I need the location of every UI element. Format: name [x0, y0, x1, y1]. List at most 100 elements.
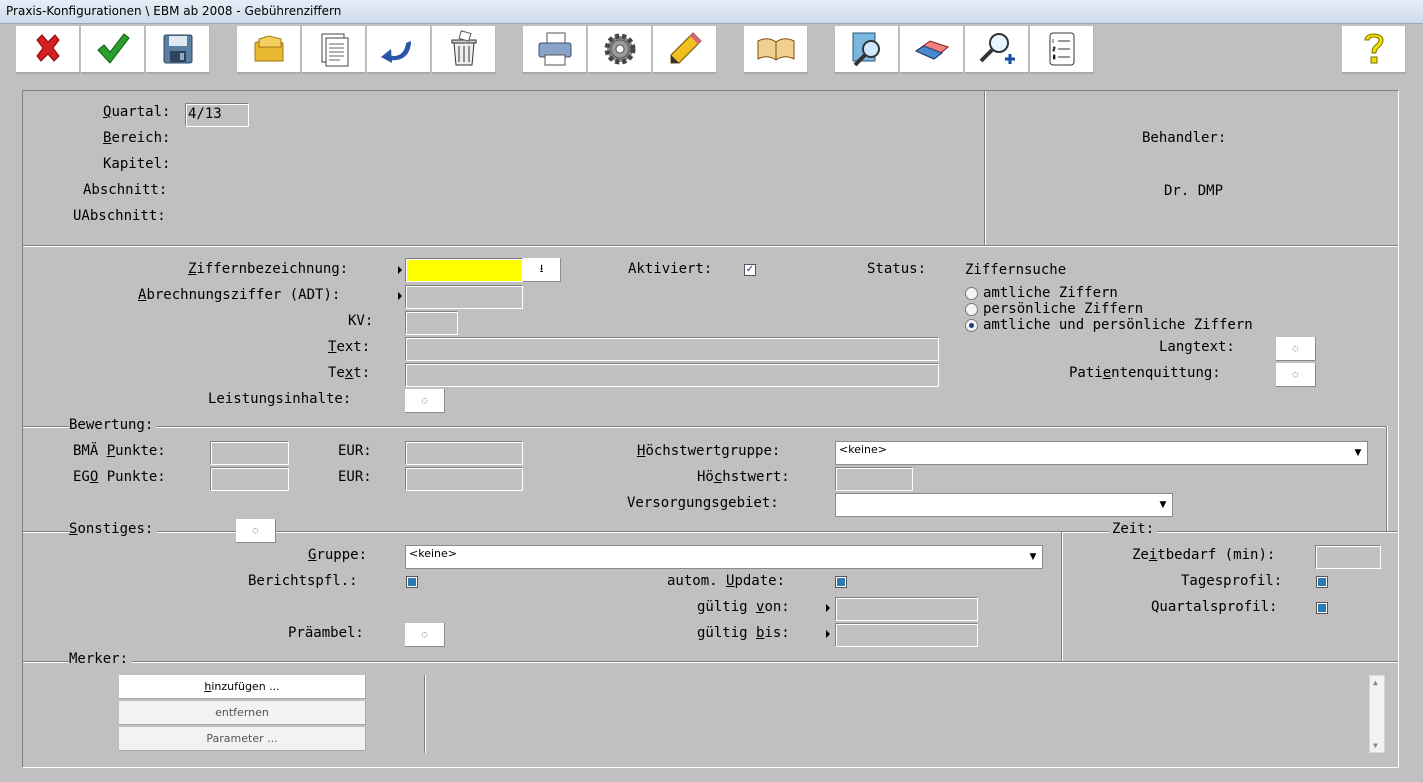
zeit-divider	[1061, 532, 1063, 662]
hoechstwert-label: Höchstwert:	[697, 469, 790, 485]
zeitbedarf-label: Zeitbedarf (min):	[1132, 547, 1276, 563]
book-icon	[757, 38, 794, 61]
suche-persoenlich-radio[interactable]	[965, 303, 978, 316]
tagesprofil-checkbox[interactable]	[1316, 576, 1328, 588]
undo-button[interactable]	[367, 26, 431, 74]
merker-separator	[23, 661, 1398, 663]
abrechnungsziffer-marker	[398, 292, 402, 300]
print-icon	[538, 32, 571, 66]
sonstiges-separator	[23, 531, 1398, 533]
chevron-down-icon: ▼	[1354, 448, 1362, 458]
text2-label: Text:	[328, 365, 371, 381]
ziffernbezeichnung-marker	[398, 266, 402, 274]
chevron-down-icon: ▼	[1159, 500, 1167, 510]
help-button[interactable]	[1342, 26, 1406, 74]
ziffernbezeichnung-field[interactable]	[405, 258, 523, 282]
autom-update-checkbox[interactable]	[835, 576, 847, 588]
merker-list-divider	[424, 675, 426, 753]
ziffer-lookup-button[interactable]: ⭳	[523, 258, 561, 282]
leistungsinhalte-label: Leistungsinhalte:	[208, 391, 352, 407]
status-label: Status:	[867, 261, 927, 277]
confirm-button[interactable]	[81, 26, 145, 74]
versorgungsgebiet-select[interactable]: ▼	[835, 493, 1173, 517]
gruppe-select[interactable]: <keine> ▼	[405, 545, 1043, 569]
quartalsprofil-checkbox[interactable]	[1316, 602, 1328, 614]
chevron-down-icon: ▼	[1029, 552, 1037, 562]
trash-icon	[451, 30, 476, 66]
abrechnungsziffer-field[interactable]	[405, 285, 523, 309]
ego-punkte-field[interactable]	[210, 467, 289, 491]
aktiviert-label: Aktiviert:	[628, 261, 713, 277]
zeitbedarf-field[interactable]	[1315, 545, 1381, 569]
folders-button[interactable]	[237, 26, 301, 74]
ziffernsuche-title: Ziffernsuche	[965, 262, 1067, 278]
quartal-field[interactable]: 4/13	[185, 103, 249, 127]
praeambel-label: Präambel:	[288, 625, 364, 641]
sonstiges-title: Sonstiges:	[69, 521, 158, 537]
save-button[interactable]	[146, 26, 210, 74]
quartal-label: Quartal:	[103, 104, 171, 120]
gueltig-von-marker	[826, 604, 830, 612]
merker-scrollbar[interactable]: ▲ ▼	[1369, 675, 1385, 753]
kapitel-label: Kapitel:	[103, 156, 171, 172]
zoom-add-button[interactable]	[965, 26, 1029, 74]
gueltig-von-field[interactable]	[835, 597, 978, 621]
pages-button[interactable]	[302, 26, 366, 74]
print-button[interactable]	[523, 26, 587, 74]
patientenquittung-button[interactable]: ◌	[1276, 363, 1316, 387]
pencil-icon	[670, 32, 702, 64]
kv-label: KV:	[348, 313, 374, 329]
sonstiges-button[interactable]: ◌	[236, 519, 276, 543]
settings-button[interactable]	[588, 26, 652, 74]
gueltig-von-label: gültig von:	[697, 599, 790, 615]
merker-remove-button[interactable]: entfernen	[119, 701, 366, 725]
suche-amtlich-radio[interactable]	[965, 287, 978, 300]
list-button[interactable]	[1030, 26, 1094, 74]
berichtspflicht-checkbox[interactable]	[406, 576, 418, 588]
kv-field[interactable]	[405, 311, 458, 335]
leistungsinhalte-button[interactable]: ◌	[405, 389, 445, 413]
pages-icon	[321, 33, 348, 67]
aktiviert-checkbox[interactable]: ✓	[744, 264, 756, 276]
bereich-label: Bereich:	[103, 130, 171, 146]
scroll-up-icon[interactable]: ▲	[1373, 678, 1378, 687]
langtext-button[interactable]: ◌	[1276, 337, 1316, 361]
edit-button[interactable]	[653, 26, 717, 74]
eraser-button[interactable]	[900, 26, 964, 74]
merker-add-button[interactable]: h inzufügen ...	[119, 675, 366, 699]
suche-persoenlich-label[interactable]: persönliche Ziffern	[983, 301, 1143, 317]
hoechstwert-field[interactable]	[835, 467, 913, 491]
bma-eur-field[interactable]	[405, 441, 523, 465]
praeambel-button[interactable]: ◌	[405, 623, 445, 647]
bma-punkte-field[interactable]	[210, 441, 289, 465]
versorgungsgebiet-label: Versorgungsgebiet:	[627, 495, 779, 511]
bewertung-separator	[23, 426, 1387, 428]
eraser-icon	[914, 40, 949, 60]
merker-parameter-button[interactable]: Parameter ...	[119, 727, 366, 751]
autom-update-label: autom. Update:	[667, 573, 786, 589]
tagesprofil-label: Tagesprofil:	[1181, 573, 1283, 589]
search-document-button[interactable]	[835, 26, 899, 74]
ego-eur-field[interactable]	[405, 467, 523, 491]
behandler-value: Dr. DMP	[1164, 183, 1224, 199]
hoechstwertgruppe-select[interactable]: <keine> ▼	[835, 441, 1368, 465]
download-arrow-icon: ⭳	[539, 262, 544, 275]
help-icon	[1363, 33, 1384, 64]
scroll-down-icon[interactable]: ▼	[1373, 741, 1378, 750]
text2-field[interactable]	[405, 363, 939, 387]
abrechnungsziffer-label: Abrechnungsziffer (ADT):	[138, 287, 341, 303]
zoom-add-icon	[979, 33, 1015, 64]
text1-field[interactable]	[405, 337, 939, 361]
trash-button[interactable]	[432, 26, 496, 74]
gruppe-value: <keine>	[409, 547, 457, 560]
gueltig-bis-field[interactable]	[835, 623, 978, 647]
undo-icon	[380, 41, 411, 63]
header-divider	[984, 91, 986, 245]
suche-amtlich-label[interactable]: amtliche Ziffern	[983, 285, 1118, 301]
bma-eur-label: EUR:	[338, 443, 372, 459]
suche-beide-radio[interactable]	[965, 319, 978, 332]
cancel-button[interactable]	[16, 26, 80, 74]
header-separator	[23, 245, 1398, 247]
book-button[interactable]	[744, 26, 808, 74]
suche-beide-label[interactable]: amtliche und persönliche Ziffern	[983, 317, 1253, 333]
